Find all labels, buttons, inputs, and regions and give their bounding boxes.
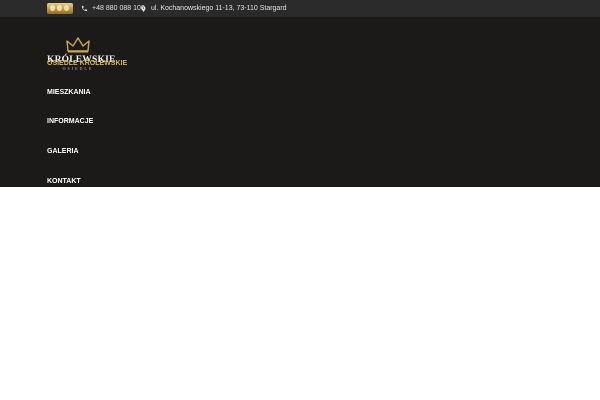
nav-item-kontakt[interactable]: KONTAKT <box>47 178 81 185</box>
site-header: KRÓLEWSKIE OSIEDLE OSIEDLE KRÓLEWSKIE MI… <box>0 17 600 187</box>
top-bar: +48 880 088 100 ul. Kochanowskiego 11-13… <box>0 0 600 17</box>
phone-icon <box>81 5 88 12</box>
phone-number[interactable]: +48 880 088 100 <box>92 5 145 12</box>
address-contact: ul. Kochanowskiego 11-13, 73-110 Stargar… <box>140 0 287 17</box>
crown-icon <box>66 37 90 53</box>
phone-contact[interactable]: +48 880 088 100 <box>81 0 145 17</box>
partner-logo-badge[interactable] <box>47 3 73 14</box>
nav-item-mieszkania[interactable]: MIESZKANIA <box>47 89 91 96</box>
address-text: ul. Kochanowskiego 11-13, 73-110 Stargar… <box>151 5 287 12</box>
nav-item-informacje[interactable]: INFORMACJE <box>47 118 93 125</box>
nav-item-galeria[interactable]: GALERIA <box>47 148 79 155</box>
map-pin-icon <box>141 5 146 12</box>
nav-item-osiedle-krolewskie[interactable]: OSIEDLE KRÓLEWSKIE <box>47 60 127 67</box>
